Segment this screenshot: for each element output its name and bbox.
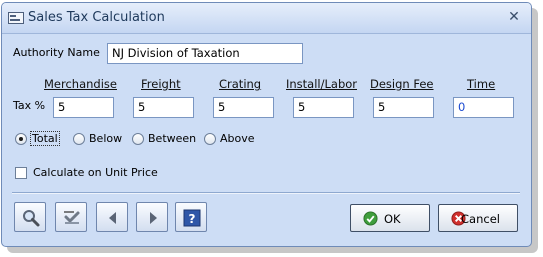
- next-button[interactable]: [136, 202, 168, 232]
- checkmark-icon: [363, 211, 378, 226]
- help-icon: ?: [183, 209, 201, 227]
- cancel-button[interactable]: Cancel: [438, 204, 518, 232]
- crating-header: Crating: [219, 77, 262, 91]
- time-header: Time: [467, 77, 496, 91]
- design-fee-tax-field[interactable]: 5: [373, 97, 434, 118]
- freight-header: Freight: [141, 77, 181, 91]
- crating-tax-field[interactable]: 5: [213, 97, 274, 118]
- time-tax-field[interactable]: 0: [453, 97, 514, 118]
- authority-name-label: Authority Name: [13, 46, 100, 59]
- above-radio-label[interactable]: Above: [220, 132, 255, 145]
- merchandise-tax-field[interactable]: 5: [53, 97, 114, 118]
- calculate-unit-price-checkbox[interactable]: [15, 167, 27, 179]
- ok-button[interactable]: OK: [350, 204, 430, 232]
- ok-label: OK: [384, 212, 401, 226]
- svg-text:?: ?: [189, 212, 196, 226]
- below-radio-label[interactable]: Below: [89, 132, 122, 145]
- close-icon[interactable]: ✕: [506, 9, 522, 25]
- between-radio-label[interactable]: Between: [148, 132, 196, 145]
- authority-name-field[interactable]: NJ Division of Taxation: [107, 43, 303, 64]
- freight-tax-field[interactable]: 5: [133, 97, 194, 118]
- below-radio[interactable]: [73, 133, 85, 145]
- merchandise-header: Merchandise: [44, 77, 117, 91]
- between-radio[interactable]: [132, 133, 144, 145]
- next-icon: [150, 212, 157, 224]
- total-radio-label[interactable]: Total: [30, 131, 60, 146]
- previous-icon: [109, 212, 116, 224]
- title-bar: Sales Tax Calculation ✕: [2, 3, 531, 34]
- spellcheck-button[interactable]: [55, 202, 87, 232]
- install-labor-tax-field[interactable]: 5: [293, 97, 354, 118]
- tax-percent-label: Tax %: [13, 99, 46, 112]
- previous-button[interactable]: [96, 202, 128, 232]
- app-icon: [8, 12, 24, 24]
- calculate-unit-price-label[interactable]: Calculate on Unit Price: [33, 166, 158, 179]
- cancel-label: Cancel: [461, 212, 500, 226]
- separator: [12, 192, 520, 194]
- install-labor-header: Install/Labor: [286, 77, 358, 91]
- window-title: Sales Tax Calculation: [28, 10, 165, 25]
- search-icon: [23, 210, 40, 227]
- search-button[interactable]: [14, 202, 46, 232]
- spellcheck-icon: [64, 211, 80, 224]
- help-button[interactable]: ?: [175, 202, 207, 232]
- design-fee-header: Design Fee: [370, 77, 434, 91]
- above-radio[interactable]: [204, 133, 216, 145]
- total-radio[interactable]: [15, 133, 27, 145]
- sales-tax-dialog: Sales Tax Calculation ✕ Authority Name N…: [1, 2, 532, 247]
